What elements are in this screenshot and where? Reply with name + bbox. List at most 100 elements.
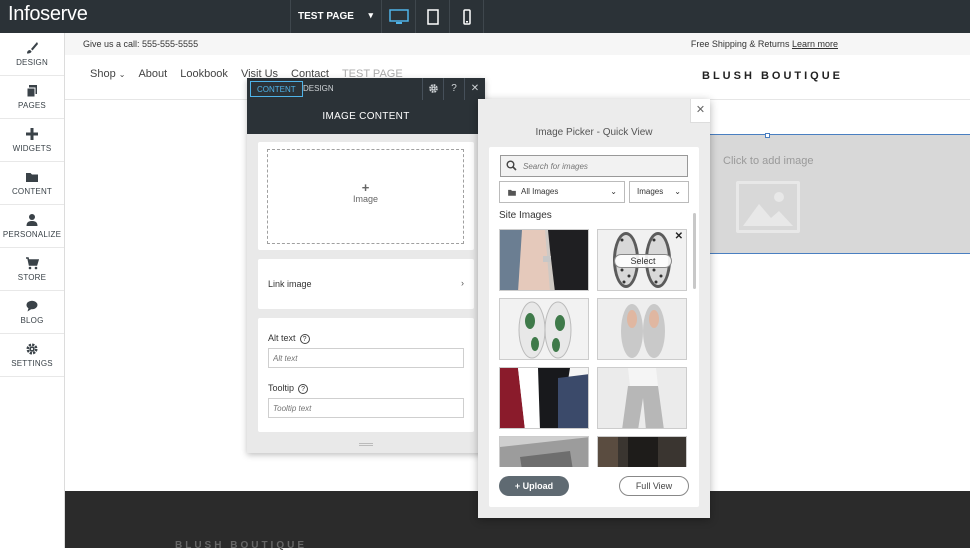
select-image-button[interactable]: Select: [614, 254, 672, 268]
sidebar-item-label: DESIGN: [16, 58, 48, 67]
image-dropzone-label: Image: [352, 194, 378, 204]
sidebar-item-pages[interactable]: PAGES: [0, 76, 64, 119]
fashion-photo: [598, 368, 686, 428]
sidebar-item-label: SETTINGS: [11, 359, 53, 368]
image-grid: ✕ Select: [499, 229, 689, 467]
resize-handle[interactable]: [765, 133, 770, 138]
image-search-input[interactable]: [500, 155, 688, 177]
paintbrush-icon: [27, 42, 38, 54]
sidebar-item-label: PERSONALIZE: [2, 230, 62, 239]
chevron-down-icon: ⌄: [674, 187, 681, 196]
link-image-row[interactable]: Link image ›: [258, 259, 474, 309]
image-thumbnail[interactable]: [499, 298, 589, 360]
fashion-photo: [500, 368, 588, 428]
image-thumbnail[interactable]: [597, 436, 687, 467]
close-icon: ✕: [695, 104, 706, 116]
site-nav-item-shop[interactable]: Shop ⌄: [90, 68, 125, 80]
panel-resize-grip[interactable]: [359, 443, 373, 446]
plus-icon: [26, 128, 38, 140]
sidebar-item-settings[interactable]: SETTINGS: [0, 334, 64, 377]
fashion-photo: [500, 230, 588, 290]
chevron-down-icon: ⌄: [118, 70, 126, 79]
panel-settings-button[interactable]: [422, 78, 443, 100]
site-brand-title: BLUSH BOUTIQUE: [702, 70, 843, 82]
sidebar-item-widgets[interactable]: WIDGETS: [0, 119, 64, 162]
media-type-select-value: Images: [637, 187, 664, 196]
mobile-icon: [462, 8, 471, 25]
person-icon: [26, 214, 38, 226]
alt-text-field[interactable]: [268, 348, 464, 368]
plus-icon: +: [514, 481, 521, 491]
sidebar-item-content[interactable]: CONTENT: [0, 162, 64, 205]
fashion-photo: [598, 437, 686, 467]
image-placeholder-icon: [736, 181, 800, 233]
image-dropzone[interactable]: + Image: [267, 149, 464, 244]
panel-close-button[interactable]: ✕: [464, 78, 485, 100]
link-image-label: Link image: [268, 279, 312, 289]
sidebar-item-personalize[interactable]: PERSONALIZE: [0, 205, 64, 248]
image-grid-scrollbar[interactable]: [693, 213, 696, 289]
sidebar-item-label: CONTENT: [11, 187, 53, 196]
sidebar-item-blog[interactable]: BLOG: [0, 291, 64, 334]
folder-icon: [26, 173, 38, 182]
mobile-view-button[interactable]: [450, 0, 484, 33]
image-thumbnail[interactable]: [597, 367, 687, 429]
tab-content[interactable]: CONTENT: [250, 81, 303, 97]
upload-button-label: Upload: [522, 481, 554, 491]
chevron-right-icon: ›: [461, 278, 464, 288]
image-thumbnail[interactable]: [499, 436, 589, 467]
page-select-dropdown[interactable]: TEST PAGE ▾: [290, 0, 382, 33]
tablet-view-button[interactable]: [416, 0, 450, 33]
promo-learn-more-link[interactable]: Learn more: [792, 39, 838, 49]
panel-help-button[interactable]: ?: [443, 78, 464, 100]
tooltip-label-row: Tooltip?: [268, 383, 309, 394]
chevron-down-icon: ⌄: [610, 187, 617, 196]
gear-icon: [428, 84, 438, 93]
speech-bubble-icon: [26, 300, 38, 312]
sidebar-item-label: BLOG: [20, 316, 44, 325]
folder-icon: [508, 189, 516, 196]
sidebar-item-design[interactable]: DESIGN: [0, 33, 64, 76]
site-images-heading: Site Images: [499, 210, 552, 221]
tooltip-field[interactable]: [268, 398, 464, 418]
shoes-photo: [598, 299, 686, 359]
tab-design[interactable]: DESIGN: [297, 81, 340, 97]
cart-icon: [26, 257, 39, 270]
chevron-down-icon: ▾: [368, 10, 373, 20]
close-icon[interactable]: ✕: [675, 231, 683, 242]
site-nav-item-lookbook[interactable]: Lookbook: [180, 68, 228, 80]
pages-icon: [26, 85, 37, 98]
tablet-icon: [426, 8, 439, 25]
alt-text-label-row: Alt text?: [268, 333, 310, 344]
media-type-select[interactable]: Images ⌄: [629, 181, 689, 203]
left-sidebar: DESIGN PAGES WIDGETS CONTENT PERSONALIZE…: [0, 33, 65, 548]
image-thumbnail[interactable]: [499, 229, 589, 291]
image-source-select[interactable]: All Images ⌄: [499, 181, 625, 203]
page-select-label: TEST PAGE: [298, 11, 354, 22]
alt-tooltip-card: Alt text? Tooltip?: [258, 318, 474, 432]
full-view-button[interactable]: Full View: [619, 476, 689, 496]
plus-icon: +: [361, 180, 370, 195]
desktop-view-button[interactable]: [382, 0, 416, 33]
sidebar-item-label: WIDGETS: [12, 144, 52, 153]
promo-phone-text: Give us a call: 555-555-5555: [83, 39, 199, 49]
upload-button[interactable]: + Upload: [499, 476, 569, 496]
site-nav-item-about[interactable]: About: [138, 68, 167, 80]
picker-title: Image Picker - Quick View: [535, 127, 653, 138]
image-thumbnail-selected[interactable]: ✕ Select: [597, 229, 687, 291]
image-thumbnail[interactable]: [499, 367, 589, 429]
picker-body: All Images ⌄ Images ⌄ Site Images: [489, 147, 699, 507]
search-icon: [506, 160, 517, 171]
image-placeholder-text: Click to add image: [723, 155, 814, 167]
image-thumbnail[interactable]: [597, 298, 687, 360]
sidebar-item-label: STORE: [17, 273, 47, 282]
sidebar-item-store[interactable]: STORE: [0, 248, 64, 291]
footer-brand-title: BLUSH BOUTIQUE: [175, 540, 307, 551]
image-widget-placeholder[interactable]: Click to add image: [709, 134, 970, 254]
picker-close-button[interactable]: ✕: [690, 99, 710, 123]
help-icon[interactable]: ?: [298, 384, 309, 394]
desktop-icon: [388, 8, 409, 24]
promo-bar: Give us a call: 555-555-5555 Free Shippi…: [65, 33, 970, 55]
help-icon[interactable]: ?: [299, 334, 310, 344]
top-toolbar: [0, 0, 970, 33]
